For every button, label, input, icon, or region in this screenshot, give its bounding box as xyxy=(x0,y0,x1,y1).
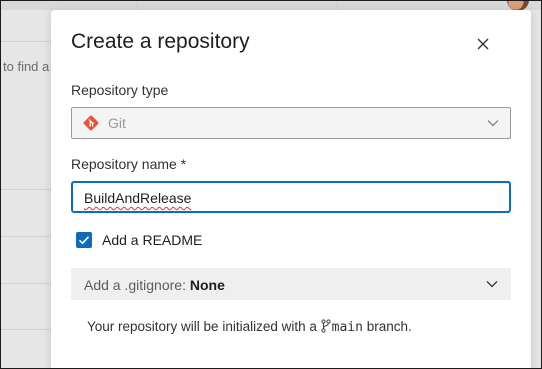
gitignore-label: Add a .gitignore: xyxy=(84,277,190,293)
repository-name-label: Repository name * xyxy=(71,156,187,172)
repository-type-label: Repository type xyxy=(71,82,169,98)
gitignore-text: Add a .gitignore: None xyxy=(84,277,225,293)
initialization-info: Your repository will be initialized with… xyxy=(87,319,412,335)
add-readme-label[interactable]: Add a README xyxy=(102,232,202,248)
branch-icon xyxy=(321,319,331,333)
repository-type-value: Git xyxy=(108,115,126,131)
background-header xyxy=(1,1,541,10)
checkmark-icon xyxy=(78,236,90,245)
add-readme-checkbox[interactable] xyxy=(76,232,92,248)
chevron-down-icon xyxy=(486,281,498,288)
gitignore-dropdown[interactable]: Add a .gitignore: None xyxy=(71,268,511,300)
branch-name: main xyxy=(331,320,363,335)
background-row-divider xyxy=(1,41,51,42)
repository-name-input[interactable]: BuildAndRelease xyxy=(71,181,511,213)
gitignore-value: None xyxy=(189,277,225,293)
window-frame: to find a Create a repository Repository… xyxy=(0,0,542,369)
close-icon xyxy=(477,38,489,50)
create-repository-dialog: Create a repository Repository type Git … xyxy=(51,10,531,368)
background-row-divider xyxy=(1,329,51,330)
git-icon xyxy=(83,115,99,131)
dialog-title: Create a repository xyxy=(71,30,250,53)
background-text: to find a xyxy=(3,59,50,74)
repository-type-select[interactable]: Git xyxy=(71,107,511,139)
info-text-after: branch. xyxy=(362,319,412,334)
background-row-divider xyxy=(1,189,51,190)
repository-name-value: BuildAndRelease xyxy=(84,190,192,206)
chevron-down-icon xyxy=(487,120,499,127)
background-row-divider xyxy=(1,283,51,284)
background-row-divider xyxy=(1,236,51,237)
close-button[interactable] xyxy=(475,36,491,52)
info-text-before: Your repository will be initialized with… xyxy=(87,319,321,334)
